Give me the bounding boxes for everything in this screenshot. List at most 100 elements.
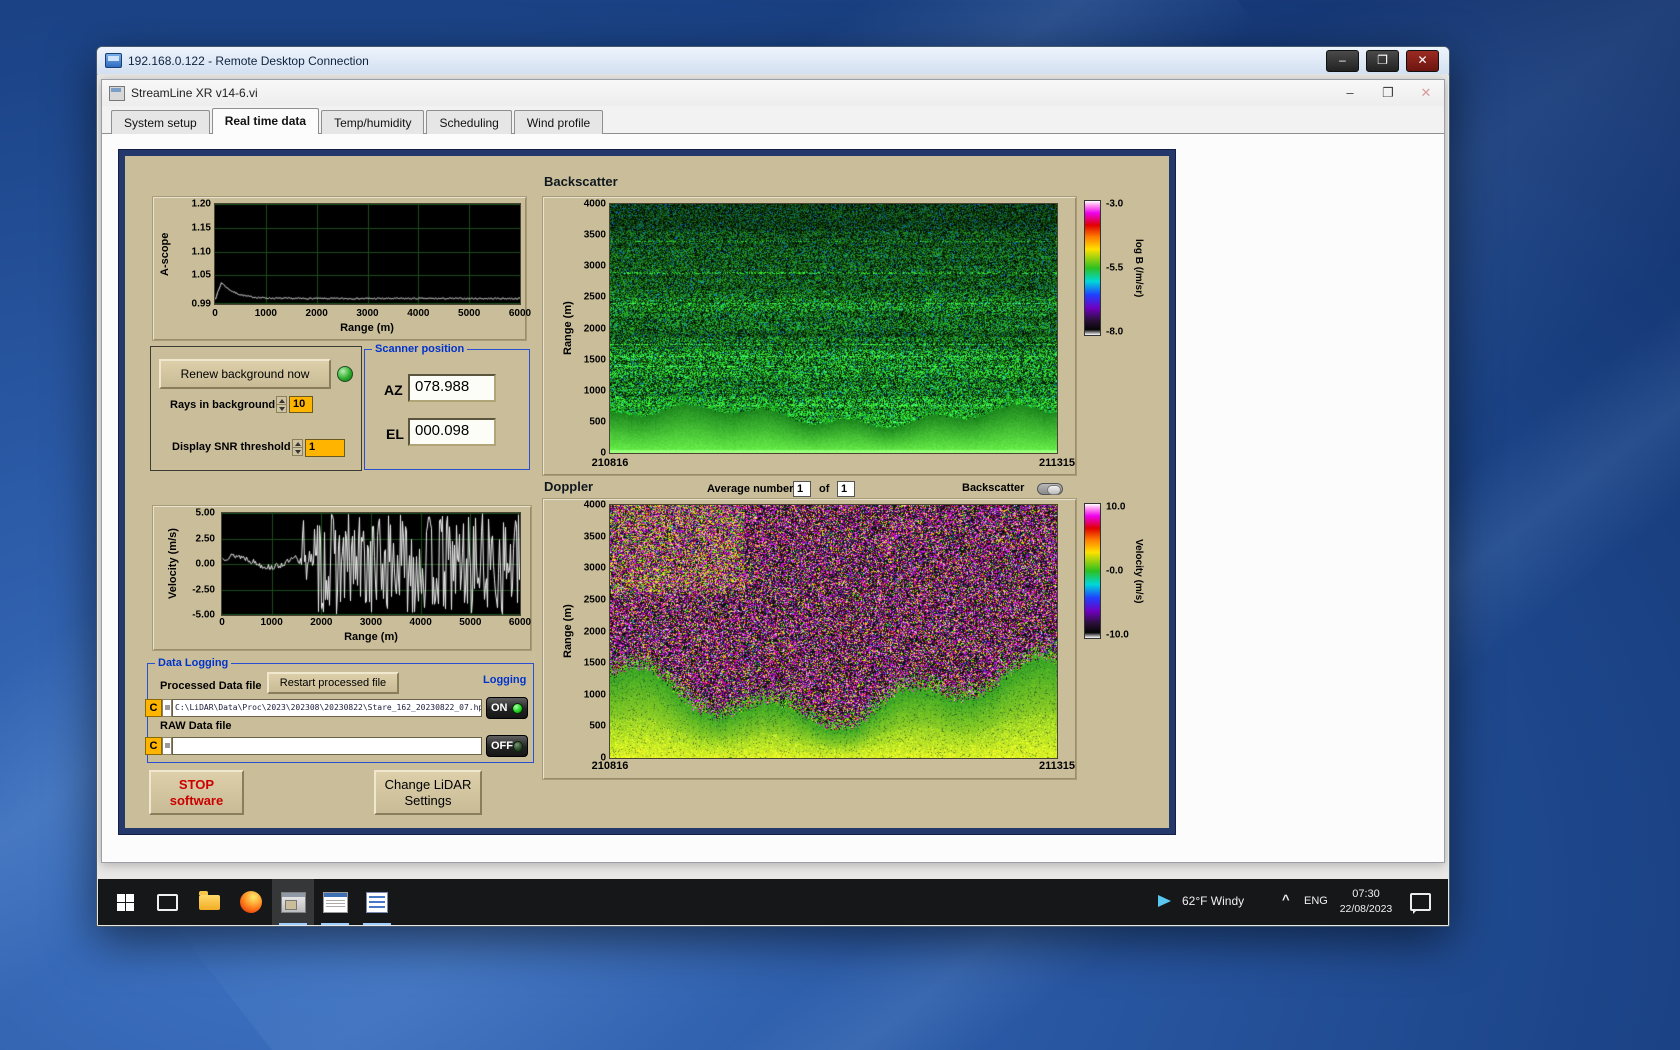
vi-icon [109, 85, 125, 101]
tick-label: 2000 [583, 323, 606, 334]
tick-label: 1000 [254, 308, 277, 319]
app-titlebar[interactable]: StreamLine XR v14-6.vi – ❐ ✕ [102, 80, 1444, 107]
rdp-titlebar[interactable]: 192.168.0.122 - Remote Desktop Connectio… [97, 47, 1449, 75]
action-center-icon[interactable] [1410, 893, 1431, 914]
raw-data-file-label: RAW Data file [160, 720, 232, 732]
tick-label: 0.99 [191, 298, 211, 310]
tick-label: 500 [589, 416, 606, 428]
tick-label: 0 [219, 617, 225, 628]
tick-label: 500 [589, 720, 606, 732]
decrement-arrow-icon[interactable] [277, 405, 286, 412]
chevron-up-icon[interactable]: ^ [1282, 892, 1290, 907]
labview-app-icon [280, 891, 306, 913]
colorbar-tick: -8.0 [1106, 326, 1124, 338]
processed-drive-button[interactable]: C [145, 699, 162, 717]
clock[interactable]: 07:30 22/08/2023 [1334, 887, 1398, 917]
streamline-taskbar-button[interactable] [272, 879, 314, 925]
stop-line2: software [169, 792, 224, 808]
raw-browse-icon[interactable] [162, 737, 172, 755]
tab-system-setup[interactable]: System setup [111, 110, 210, 134]
processed-logging-on-button[interactable]: ON [486, 697, 528, 719]
firefox-button[interactable] [230, 879, 272, 925]
rdp-restore-button[interactable]: ❐ [1366, 49, 1399, 72]
average-number-field[interactable]: 1 [793, 481, 811, 497]
increment-arrow-icon[interactable] [293, 440, 302, 448]
increment-arrow-icon[interactable] [277, 397, 286, 405]
colorbar-tick: -10.0 [1106, 629, 1129, 641]
backscatter-time-end: 211315 [1038, 457, 1076, 469]
front-panel: Backscatter A-scope Range (m) Renew back… [119, 150, 1175, 834]
backscatter-time-start: 210816 [591, 457, 629, 469]
scan-scheduler-taskbar-button[interactable] [314, 879, 356, 925]
tick-label: 1500 [583, 657, 606, 669]
processed-browse-icon[interactable] [162, 699, 172, 717]
processed-path-field[interactable]: C:\LiDAR\Data\Proc\2023\202308\20230822\… [172, 699, 482, 717]
rdp-close-button[interactable]: ✕ [1406, 49, 1439, 72]
restart-processed-file-button[interactable]: Restart processed file [267, 672, 399, 694]
doppler-heatmap [609, 504, 1058, 759]
backscatter-heatmap [609, 203, 1058, 454]
language-indicator[interactable]: ENG [1304, 895, 1328, 907]
backscatter-doppler-toggle[interactable] [1037, 483, 1063, 495]
doppler-color-scale [1084, 503, 1101, 639]
tab-scheduling[interactable]: Scheduling [426, 110, 512, 134]
weather-text[interactable]: 62°F Windy [1182, 894, 1244, 908]
tab-real-time-data[interactable]: Real time data [211, 108, 320, 134]
app-minimize-button[interactable]: – [1340, 85, 1360, 101]
doppler-y-axis-label: Range (m) [562, 604, 574, 659]
app-close-button[interactable]: ✕ [1416, 85, 1436, 101]
average-of-field[interactable]: 1 [837, 481, 855, 497]
stop-software-button[interactable]: STOP software [149, 770, 244, 815]
raw-logging-off-button[interactable]: OFF [486, 735, 528, 757]
tab-wind-profile[interactable]: Wind profile [513, 110, 604, 134]
backscatter-section-label: Backscatter [544, 174, 618, 189]
document-app-taskbar-button[interactable] [356, 879, 398, 925]
tick-label: 2.50 [195, 533, 215, 544]
rays-value-field[interactable]: 10 [289, 396, 313, 413]
tick-label: 3000 [356, 308, 379, 319]
ascope-plot [214, 203, 521, 305]
file-explorer-button[interactable] [188, 879, 230, 925]
change-lidar-settings-button[interactable]: Change LiDAR Settings [374, 770, 482, 815]
tick-label: 1000 [583, 385, 606, 397]
weather-icon[interactable] [1158, 895, 1171, 907]
renew-background-button[interactable]: Renew background now [159, 359, 331, 389]
snr-spinner[interactable] [292, 439, 303, 456]
app-restore-button[interactable]: ❐ [1378, 85, 1398, 101]
raw-drive-button[interactable]: C [145, 737, 162, 755]
folder-icon [198, 890, 220, 910]
logging-on-led [512, 702, 523, 714]
tick-label: 4000 [409, 617, 432, 628]
tick-label: 4000 [583, 499, 606, 511]
tick-label: 2000 [310, 617, 333, 628]
rays-spinner[interactable] [276, 396, 287, 413]
data-logging-title: Data Logging [155, 657, 232, 669]
decrement-arrow-icon[interactable] [293, 448, 302, 455]
el-label: EL [386, 426, 404, 442]
rdp-minimize-button[interactable]: – [1326, 49, 1359, 72]
tick-label: 3000 [359, 617, 383, 628]
off-button-label: OFF [491, 740, 513, 752]
firefox-icon [240, 891, 262, 913]
clock-time: 07:30 [1352, 888, 1380, 900]
app-window-title: StreamLine XR v14-6.vi [131, 86, 258, 100]
tick-label: 5.00 [195, 507, 215, 519]
el-value-display: 000.098 [408, 418, 496, 446]
tick-label: 0.00 [195, 558, 215, 570]
backscatter-y-axis-label: Range (m) [562, 301, 574, 356]
colorbar-tick: -5.5 [1106, 262, 1124, 274]
change-line1: Change LiDAR [384, 776, 472, 792]
snr-value-field[interactable]: 1 [305, 439, 345, 457]
backscatter-color-scale [1084, 200, 1101, 336]
raw-path-field[interactable] [172, 737, 482, 755]
task-view-button[interactable] [146, 879, 188, 925]
tick-label: 1.05 [191, 269, 211, 281]
tick-label: 0 [600, 752, 606, 764]
tab-temp-humidity[interactable]: Temp/humidity [321, 110, 425, 134]
start-button[interactable] [104, 879, 146, 925]
tick-label: 6000 [508, 617, 532, 628]
streamline-app-window: StreamLine XR v14-6.vi – ❐ ✕ System setu… [101, 79, 1445, 863]
tick-label: 3500 [583, 531, 606, 543]
ascope-y-axis-label: A-scope [159, 232, 171, 276]
tick-label: 2500 [583, 594, 606, 606]
